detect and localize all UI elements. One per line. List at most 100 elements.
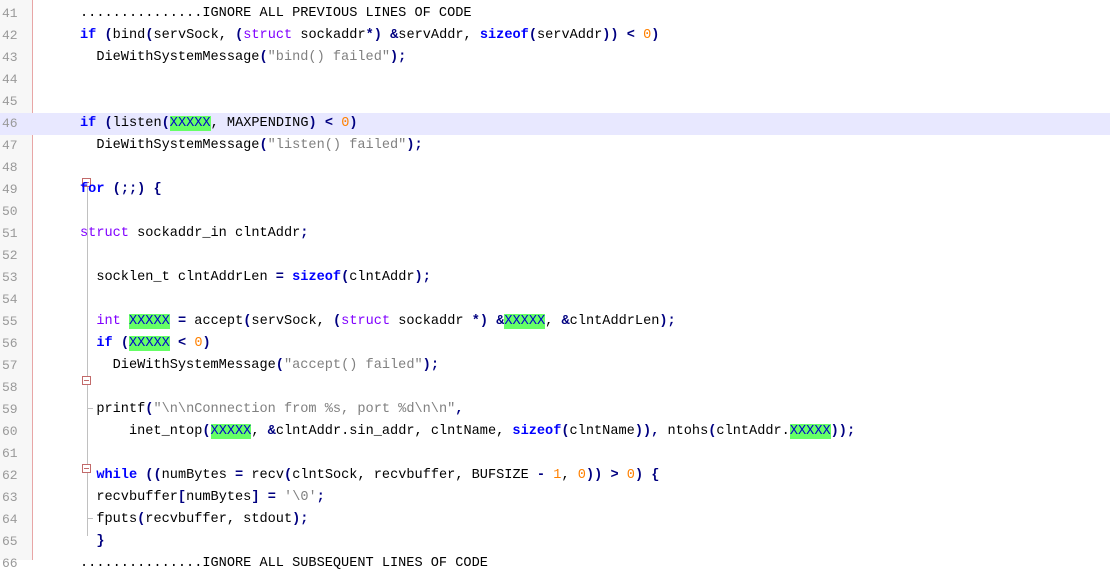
code-token: servAddr, — [398, 28, 480, 43]
code-line[interactable]: 41 ...............IGNORE ALL PREVIOUS LIN… — [0, 3, 1110, 25]
code-line[interactable]: 65 } — [0, 531, 1110, 553]
code-text: for (;;) { — [80, 179, 162, 201]
code-line[interactable]: 48 — [0, 157, 1110, 179]
line-number: 52 — [2, 248, 18, 263]
code-line[interactable]: 61 — [0, 443, 1110, 465]
code-token: clntAddr. — [716, 424, 790, 439]
line-number: 66 — [2, 556, 18, 571]
code-token: = — [177, 314, 187, 329]
code-token: ...............IGNORE ALL SUBSEQUENT LIN… — [80, 556, 488, 571]
code-token: struct — [341, 314, 391, 329]
line-number: 50 — [2, 204, 18, 219]
line-number: 46 — [2, 116, 18, 131]
code-token: )); — [830, 424, 856, 439]
code-line[interactable]: 43 DieWithSystemMessage("bind() failed")… — [0, 47, 1110, 69]
code-token: ) — [651, 28, 660, 43]
code-token: < — [324, 116, 334, 131]
code-line[interactable]: 63 recvbuffer[numBytes] = '\0'; — [0, 487, 1110, 509]
code-line[interactable]: 53 socklen_t clntAddrLen = sizeof(clntAd… — [0, 267, 1110, 289]
code-token: - — [536, 468, 546, 483]
code-line[interactable]: 51 struct sockaddr_in clntAddr; — [0, 223, 1110, 245]
code-token: ); — [659, 314, 676, 329]
code-line[interactable]: 56 if (XXXXX < 0) — [0, 333, 1110, 355]
code-token: , — [545, 314, 562, 329]
highlighted-placeholder: XXXXX — [129, 336, 170, 351]
code-text: } — [80, 531, 104, 553]
code-line[interactable]: 50 — [0, 201, 1110, 223]
code-token: 0 — [626, 468, 635, 483]
code-token: < — [177, 336, 187, 351]
code-token: { — [153, 182, 162, 197]
code-text: fputs(recvbuffer, stdout); — [80, 509, 308, 531]
code-token: "bind() failed" — [267, 50, 391, 65]
code-token: recvbuffer, stdout — [145, 512, 293, 527]
code-line[interactable]: 60 inet_ntop(XXXXX, &clntAddr.sin_addr, … — [0, 421, 1110, 443]
code-token: ); — [406, 138, 423, 153]
code-text: struct sockaddr_in clntAddr; — [80, 223, 308, 245]
code-line[interactable]: 62 while ((numBytes = recv(clntSock, rec… — [0, 465, 1110, 487]
code-text: ...............IGNORE ALL SUBSEQUENT LIN… — [80, 553, 488, 575]
code-token: ) — [308, 116, 317, 131]
code-token: recvbuffer — [80, 490, 178, 505]
code-token: ; — [316, 490, 325, 505]
code-line[interactable]: 66 ...............IGNORE ALL SUBSEQUENT L… — [0, 553, 1110, 575]
code-text: inet_ntop(XXXXX, &clntAddr.sin_addr, cln… — [80, 421, 855, 443]
code-text: recvbuffer[numBytes] = '\0'; — [80, 487, 325, 509]
code-line[interactable]: 46 if (listen(XXXXX, MAXPENDING) < 0) — [0, 113, 1110, 135]
code-token: = — [275, 270, 284, 285]
code-token: ( — [332, 314, 342, 329]
code-token: ) — [634, 468, 644, 483]
code-token: ( — [275, 358, 284, 373]
code-text: printf("\n\nConnection from %s, port %d\… — [80, 399, 463, 421]
line-number: 51 — [2, 226, 18, 241]
code-line[interactable]: 49 for (;;) { — [0, 179, 1110, 201]
code-line[interactable]: 59 printf("\n\nConnection from %s, port … — [0, 399, 1110, 421]
code-token: numBytes — [186, 490, 252, 505]
code-line[interactable]: 55 int XXXXX = accept(servSock, (struct … — [0, 311, 1110, 333]
code-token: ( — [561, 424, 570, 439]
code-line[interactable]: 52 — [0, 245, 1110, 267]
code-line[interactable]: 47 DieWithSystemMessage("listen() failed… — [0, 135, 1110, 157]
line-number: 49 — [2, 182, 18, 197]
line-number: 61 — [2, 446, 18, 461]
code-token: ); — [422, 358, 439, 373]
code-token: sizeof — [292, 270, 342, 285]
highlighted-placeholder: XXXXX — [210, 424, 252, 439]
code-token: ...............IGNORE ALL PREVIOUS LINES… — [80, 6, 472, 21]
code-token: DieWithSystemMessage — [80, 358, 276, 373]
code-text: if (XXXXX < 0) — [80, 333, 211, 355]
code-token: ; — [300, 226, 309, 241]
code-token: ( — [235, 28, 244, 43]
code-token: sizeof — [479, 28, 529, 43]
code-token: *) — [471, 314, 489, 329]
code-token: )) — [585, 468, 603, 483]
code-token: ( — [104, 116, 113, 131]
code-token: "accept() failed" — [283, 358, 423, 373]
line-number: 55 — [2, 314, 18, 329]
code-token: ( — [284, 468, 293, 483]
line-number: 42 — [2, 28, 18, 43]
code-line[interactable]: 57 DieWithSystemMessage("accept() failed… — [0, 355, 1110, 377]
code-line[interactable]: 64 fputs(recvbuffer, stdout); — [0, 509, 1110, 531]
code-line[interactable]: 44 — [0, 69, 1110, 91]
code-line[interactable]: 54 — [0, 289, 1110, 311]
code-token: & — [267, 424, 276, 439]
code-token: < — [626, 28, 635, 43]
code-line[interactable]: 58 — [0, 377, 1110, 399]
code-token: servSock, — [251, 314, 333, 329]
code-line[interactable]: 42 if (bind(servSock, (struct sockaddr*) … — [0, 25, 1110, 47]
code-text: DieWithSystemMessage("bind() failed"); — [80, 47, 406, 69]
code-token: DieWithSystemMessage — [80, 50, 260, 65]
code-token: socklen_t clntAddrLen — [80, 270, 276, 285]
highlighted-placeholder: XXXXX — [128, 314, 170, 329]
code-text: if (bind(servSock, (struct sockaddr*) &s… — [80, 25, 659, 47]
code-line[interactable]: 45 — [0, 91, 1110, 113]
